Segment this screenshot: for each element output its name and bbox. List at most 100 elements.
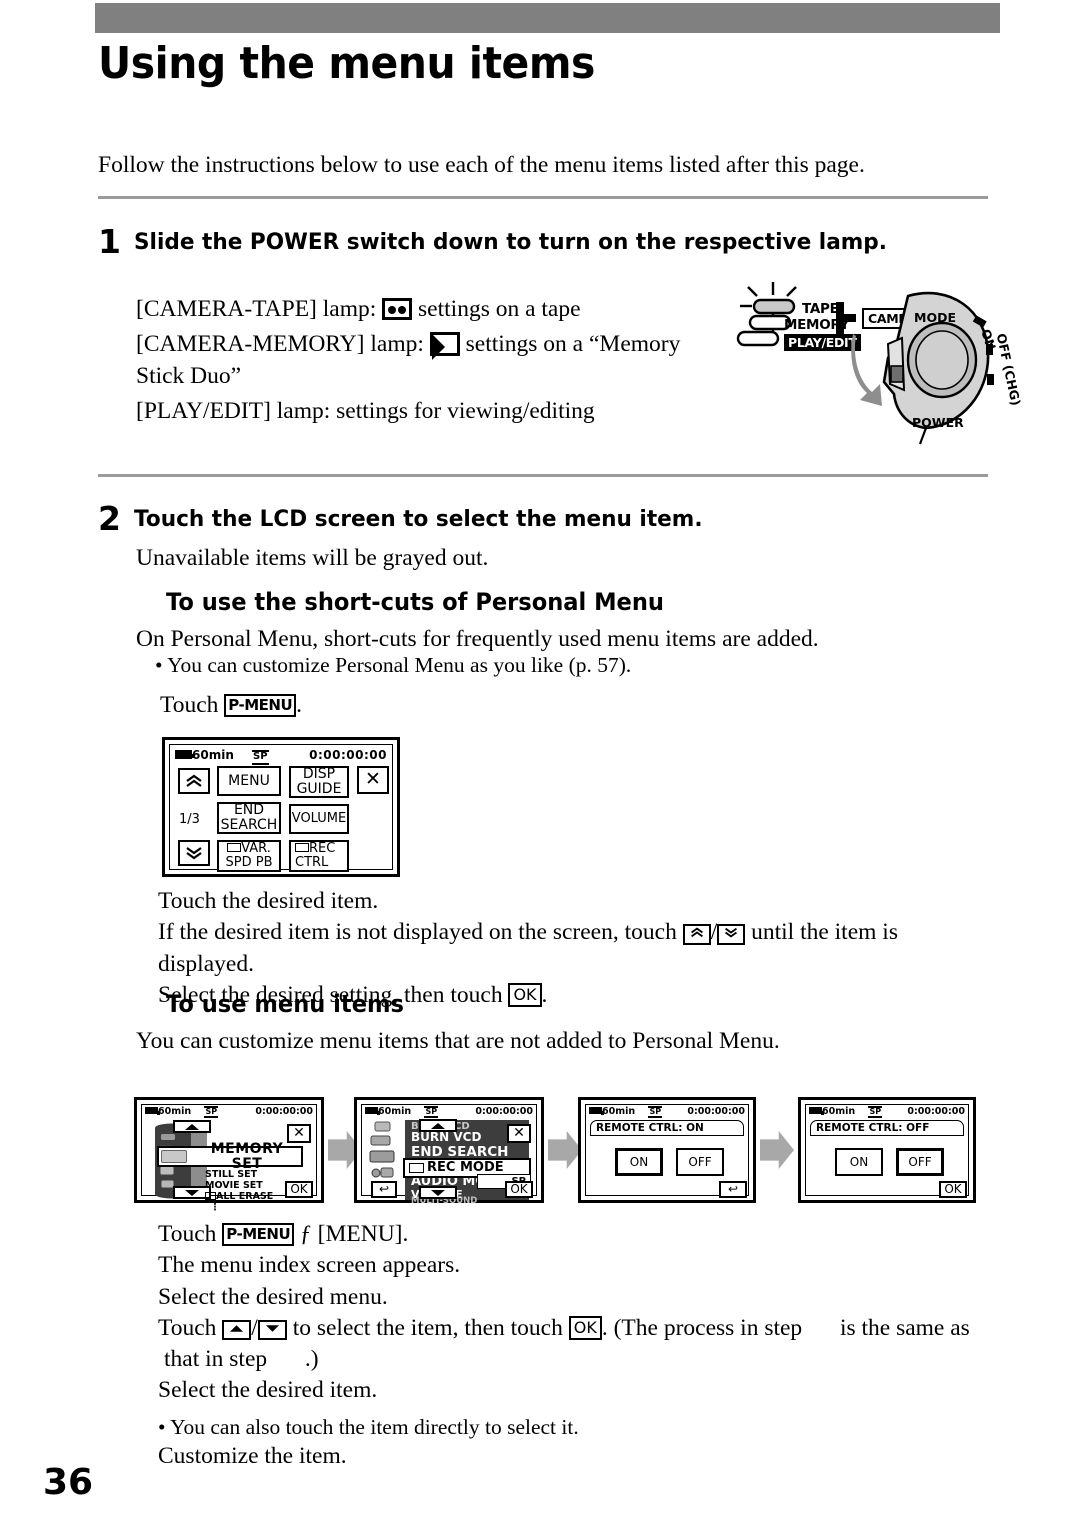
triangle-up-button-glyph[interactable]: [222, 1319, 252, 1340]
footer-line-4-post: . (The process in step: [601, 1314, 803, 1341]
pmenu-item-var-spd-pb[interactable]: VAR. SPD PB: [217, 840, 281, 872]
step-2-number: 2: [98, 499, 121, 538]
triangle-down-button-glyph[interactable]: [257, 1319, 287, 1340]
screen3-title: REMOTE CTRL: ON: [590, 1120, 744, 1136]
screen2-item-0[interactable]: BURN VCD: [411, 1130, 481, 1144]
pmenu-end-search-l2: SEARCH: [220, 817, 278, 833]
screen1-battery-time: 60min: [158, 1106, 192, 1117]
chevron-down-icon: [725, 928, 738, 938]
footer-line-7: Customize the item.: [158, 1443, 347, 1470]
step-1-lamp-lines: [CAMERA-TAPE] lamp: settings on a tape […: [136, 294, 716, 427]
camera-memory-continued: Stick Duo”: [136, 362, 242, 389]
footer-bullet: • You can also touch the item directly t…: [158, 1414, 579, 1439]
screen3-back-button[interactable]: ↩: [719, 1181, 747, 1198]
step-2-heading: Touch the LCD screen to select the menu …: [134, 506, 703, 532]
power-switch-illustration: TAPE MEMORY PLAY/EDIT CAMERA MODE ON OFF…: [726, 282, 1024, 447]
screen1-sub-item-more: ⋮: [210, 1201, 220, 1213]
triangle-up-icon: [185, 1123, 199, 1130]
footer-line-4-mid: to select the item, then touch: [292, 1314, 563, 1341]
sequence-screen-1: 60min SP 0:00:00:00 MEMORY SET STILL SET: [134, 1097, 324, 1213]
pmenu-item-disp-guide[interactable]: DISP GUIDE: [289, 766, 349, 798]
footer-arrow-glyph: ƒ: [300, 1221, 312, 1247]
screen1-sub-items: STILL SET MOVIE SET ALL ERASE ⋮: [205, 1169, 274, 1214]
screen2-timecode: 0:00:00:00: [475, 1106, 533, 1117]
ok-button-glyph-2[interactable]: OK: [568, 1315, 602, 1340]
camera-memory-suffix: settings on a “Memory: [465, 331, 681, 358]
screen2-scroll-up-button[interactable]: [419, 1119, 457, 1132]
pmenu-status-bar: 60min SP 0:00:00:00: [175, 748, 387, 765]
camera-tape-label: [CAMERA-TAPE] lamp:: [136, 296, 377, 322]
footer-line-1-post: [MENU].: [317, 1221, 409, 1247]
pmenu-rec-l2: CTRL: [295, 855, 329, 870]
pmenu-close-button[interactable]: ✕: [357, 766, 389, 794]
screen2-scroll-down-button[interactable]: [419, 1186, 457, 1199]
screen2-close-button[interactable]: ✕: [507, 1124, 531, 1143]
pmenu-disp-l2: GUIDE: [296, 781, 342, 797]
screen1-close-button[interactable]: ✕: [287, 1124, 311, 1143]
menu-items-heading: To use menu items: [166, 990, 404, 1018]
screen4-option-off[interactable]: OFF: [896, 1148, 944, 1176]
battery-icon: [589, 1107, 604, 1115]
divider-rule-middle: [98, 474, 988, 477]
chevron-down-icon: [186, 847, 202, 860]
erase-icon: [205, 1191, 216, 1200]
screen4-title: REMOTE CTRL: OFF: [810, 1120, 964, 1136]
pmenu-button-glyph[interactable]: P-MENU: [224, 694, 297, 717]
pmenu-var-l2: SPD PB: [225, 855, 273, 870]
manual-page: Using the menu items Follow the instruct…: [0, 0, 1080, 1535]
pmenu-item-menu[interactable]: MENU: [217, 766, 281, 796]
tape-icon: [227, 843, 242, 853]
battery-icon: [809, 1107, 824, 1115]
pmenu-item-rec-ctrl[interactable]: REC CTRL: [289, 840, 349, 872]
touch-pmenu-post: .: [296, 692, 303, 718]
followup-line-3-post: .: [541, 981, 548, 1008]
pmenu-mode-badge: SP: [252, 750, 269, 765]
pmenu-scroll-up-button[interactable]: [178, 768, 210, 794]
ok-button-glyph[interactable]: OK: [508, 982, 542, 1007]
footer-line-1: Touch P-MENU ƒ [MENU].: [158, 1219, 998, 1250]
transition-arrow-2: [548, 1131, 582, 1169]
footer-line-5-pre: that in step: [164, 1346, 268, 1372]
screen1-all-erase-label: ALL ERASE: [216, 1190, 274, 1202]
pmenu-lcd-screen: 60min SP 0:00:00:00 1/3 MENU END SEARCH: [162, 737, 400, 877]
pmenu-scroll-down-button[interactable]: [178, 840, 210, 866]
triangle-down-icon: [265, 1324, 279, 1332]
dial-label-mode: MODE: [914, 310, 956, 325]
screen4-option-on[interactable]: ON: [835, 1148, 883, 1176]
footer-line-2: The menu index screen appears.: [158, 1252, 461, 1279]
screen3-option-off[interactable]: OFF: [676, 1148, 724, 1176]
followup-line-2-pre: If the desired item is not displayed on …: [158, 919, 677, 946]
screen3-option-on[interactable]: ON: [615, 1148, 663, 1176]
screen4-mode-badge: SP: [868, 1106, 883, 1119]
step-1-number: 1: [98, 222, 121, 261]
screen3-battery-time: 60min: [602, 1106, 636, 1117]
screen4-timecode: 0:00:00:00: [907, 1106, 965, 1117]
triangle-down-icon: [431, 1189, 445, 1196]
play-edit-label: [PLAY/EDIT] lamp: settings for viewing/e…: [136, 397, 595, 424]
screen2-ok-button[interactable]: OK: [505, 1181, 533, 1198]
transition-arrow-3: [760, 1131, 794, 1169]
screen1-mode-badge: SP: [204, 1106, 219, 1119]
chevron-up-button-glyph[interactable]: [682, 924, 711, 945]
chevron-up-icon: [690, 927, 703, 938]
pmenu-rec-l1: REC: [295, 842, 335, 856]
screen1-timecode: 0:00:00:00: [255, 1106, 313, 1117]
triangle-up-icon: [230, 1324, 244, 1332]
screen2-back-button[interactable]: ↩: [371, 1181, 397, 1198]
step-2-note: Unavailable items will be grayed out.: [136, 545, 489, 571]
pmenu-item-end-search[interactable]: END SEARCH: [217, 802, 281, 834]
page-title: Using the menu items: [98, 38, 595, 89]
shortcuts-heading: To use the short-cuts of Personal Menu: [166, 588, 664, 616]
chevron-down-button-glyph[interactable]: [717, 924, 746, 945]
followup-line-1: Touch the desired item.: [158, 888, 379, 914]
screen2-selected-item-label: REC MODE: [427, 1160, 504, 1176]
footer-line-5-post: .): [304, 1346, 319, 1372]
divider-rule-top: [98, 196, 988, 199]
pmenu-button-glyph-2[interactable]: P-MENU: [222, 1223, 295, 1246]
chevron-up-icon: [186, 774, 202, 787]
screen1-ok-button[interactable]: OK: [285, 1181, 313, 1198]
screen4-ok-button[interactable]: OK: [939, 1181, 967, 1198]
pmenu-item-volume[interactable]: VOLUME: [289, 804, 349, 834]
screen1-scroll-up-button[interactable]: [173, 1120, 211, 1133]
tape-icon: [295, 843, 309, 853]
